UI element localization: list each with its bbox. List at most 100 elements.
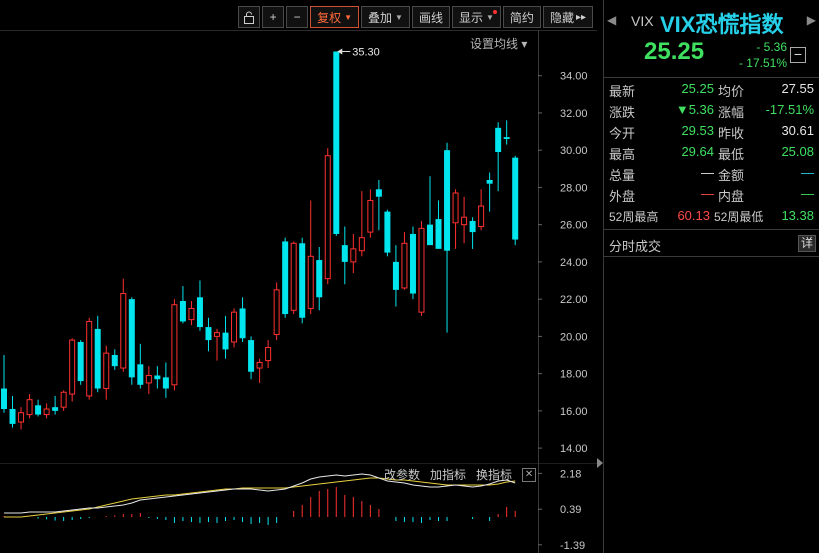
candle-down xyxy=(222,332,229,350)
quote-header: ◀ VIX VIX恐慌指数 ▶ 25.25 - 5.36 - 17.51% − xyxy=(604,0,819,78)
chart-toolbar: + − 复权 ▼ 叠加 ▼ 画线 显示 ▼ 简约 隐藏 ▸▸ xyxy=(238,6,593,28)
plus-icon: + xyxy=(269,10,277,24)
caret-down-icon: ▼ xyxy=(344,12,353,22)
candle-down xyxy=(9,409,16,424)
collapse-button[interactable]: − xyxy=(790,47,806,63)
latest-label: 最新 xyxy=(609,84,636,99)
close-icon[interactable]: ✕ xyxy=(522,467,537,482)
price-axis-label: 16.00 xyxy=(560,406,588,418)
candle-up xyxy=(324,155,331,280)
candle-up xyxy=(256,361,263,369)
candle-up xyxy=(290,242,297,311)
price-axis-label: 20.00 xyxy=(560,331,588,343)
restore-label: 复权 xyxy=(317,10,342,25)
caret-down-icon: ▼ xyxy=(395,12,403,22)
stats-row: 今开 29.53 昨收 30.61 xyxy=(604,123,819,144)
stats-row: 52周最高 60.13 52周最低 13.38 xyxy=(604,208,819,229)
week52-high-label: 52周最高 xyxy=(609,210,659,224)
candle-down xyxy=(111,355,118,367)
volume-value: — xyxy=(701,165,714,180)
hide-label: 隐藏 xyxy=(549,10,574,25)
price-axis-label: 24.00 xyxy=(560,257,588,269)
price-axis-label: 22.00 xyxy=(560,294,588,306)
candle-up xyxy=(231,311,238,343)
candle-down xyxy=(154,375,161,380)
open-label: 今开 xyxy=(609,126,636,141)
price-change: - 5.36 xyxy=(756,40,787,54)
add-indicator-button[interactable]: 加指标 xyxy=(430,466,466,483)
amount-label: 金额 xyxy=(718,168,745,183)
caret-down-icon: ▼ xyxy=(486,12,494,22)
avg-value: 27.55 xyxy=(781,81,814,96)
brief-label: 简约 xyxy=(509,10,534,25)
candle-down xyxy=(35,405,42,415)
candle-up xyxy=(367,199,374,233)
indicator-axis-label: 2.18 xyxy=(560,468,581,480)
detail-button[interactable]: 详 xyxy=(798,235,816,252)
high-value: 29.64 xyxy=(681,144,714,159)
candle-down xyxy=(239,308,246,339)
candle-up xyxy=(26,399,33,416)
price-axis-label: 30.00 xyxy=(560,145,588,157)
lock-icon xyxy=(244,11,255,24)
overlay-dropdown[interactable]: 叠加 ▼ xyxy=(361,6,410,28)
candle-down xyxy=(205,327,212,341)
peak-annotation-label: 35.30 xyxy=(352,46,380,58)
price-axis-label: 34.00 xyxy=(560,71,588,83)
candle-down xyxy=(435,219,442,249)
brief-button[interactable]: 简约 xyxy=(502,6,541,28)
price-axis-label: 32.00 xyxy=(560,108,588,120)
switch-indicator-button[interactable]: 换指标 xyxy=(476,466,512,483)
symbol-title: VIX恐慌指数 xyxy=(660,12,784,37)
chart-area[interactable]: + − 复权 ▼ 叠加 ▼ 画线 显示 ▼ 简约 隐藏 ▸▸ 设置均线 ▾ 34.00 3… xyxy=(0,0,597,553)
candle-down xyxy=(137,364,144,385)
high-label: 最高 xyxy=(609,147,636,162)
tick-trades-title: 分时成交 xyxy=(609,239,662,254)
overlay-label: 叠加 xyxy=(368,10,393,25)
candle-up xyxy=(307,255,314,309)
price-axis-label: 18.00 xyxy=(560,369,588,381)
lock-button[interactable] xyxy=(238,6,261,28)
candle-up xyxy=(43,408,50,416)
outer-label: 外盘 xyxy=(609,189,636,204)
zoom-out-button[interactable]: − xyxy=(286,6,309,28)
change-value: ▼5.36 xyxy=(675,102,714,117)
restore-dropdown[interactable]: 复权 ▼ xyxy=(310,6,360,28)
draw-line-button[interactable]: 画线 xyxy=(411,6,450,28)
candle-up xyxy=(188,307,195,321)
candle-up xyxy=(69,339,76,395)
candle-up xyxy=(145,374,152,384)
double-arrow-icon: ▸▸ xyxy=(575,11,586,23)
next-symbol-icon[interactable]: ▶ xyxy=(807,13,816,27)
low-value: 25.08 xyxy=(781,144,814,159)
candle-down xyxy=(52,407,59,411)
stats-row: 外盘 — 内盘 — xyxy=(604,186,819,207)
candle-up xyxy=(103,352,110,390)
candle-up xyxy=(214,332,220,337)
display-dropdown[interactable]: 显示 ▼ xyxy=(451,6,501,28)
prev-symbol-icon[interactable]: ◀ xyxy=(607,13,616,27)
price-axis-label: 26.00 xyxy=(560,220,588,232)
candle-down xyxy=(495,127,502,153)
candlestick-chart[interactable]: 34.00 32.00 30.00 28.00 26.00 24.00 22.00 20.00… xyxy=(0,31,597,463)
candle-up xyxy=(171,304,178,386)
zoom-in-button[interactable]: + xyxy=(262,6,285,28)
hide-button[interactable]: 隐藏 ▸▸ xyxy=(542,6,593,28)
candle-down xyxy=(128,299,135,378)
tick-trades-header: 分时成交 详 xyxy=(604,230,819,257)
prev-close-label: 昨收 xyxy=(718,126,745,141)
notification-dot xyxy=(492,10,497,14)
outer-value: — xyxy=(701,186,714,201)
quote-panel: ◀ VIX VIX恐慌指数 ▶ 25.25 - 5.36 - 17.51% − … xyxy=(603,0,819,553)
week52-low-value: 13.38 xyxy=(781,208,814,223)
candle-up xyxy=(358,237,365,252)
stats-row: 总量 — 金额 — xyxy=(604,165,819,186)
stats-row: 涨跌 ▼5.36 涨幅 -17.51% xyxy=(604,102,819,123)
indicator-axis-label: -1.39 xyxy=(560,540,585,552)
modify-params-button[interactable]: 改参数 xyxy=(384,466,420,483)
candle-down xyxy=(282,241,289,315)
price-axis-label: 14.00 xyxy=(560,443,588,455)
prev-close-value: 30.61 xyxy=(781,123,814,138)
candle-up xyxy=(350,248,357,263)
candle-down xyxy=(427,224,433,246)
